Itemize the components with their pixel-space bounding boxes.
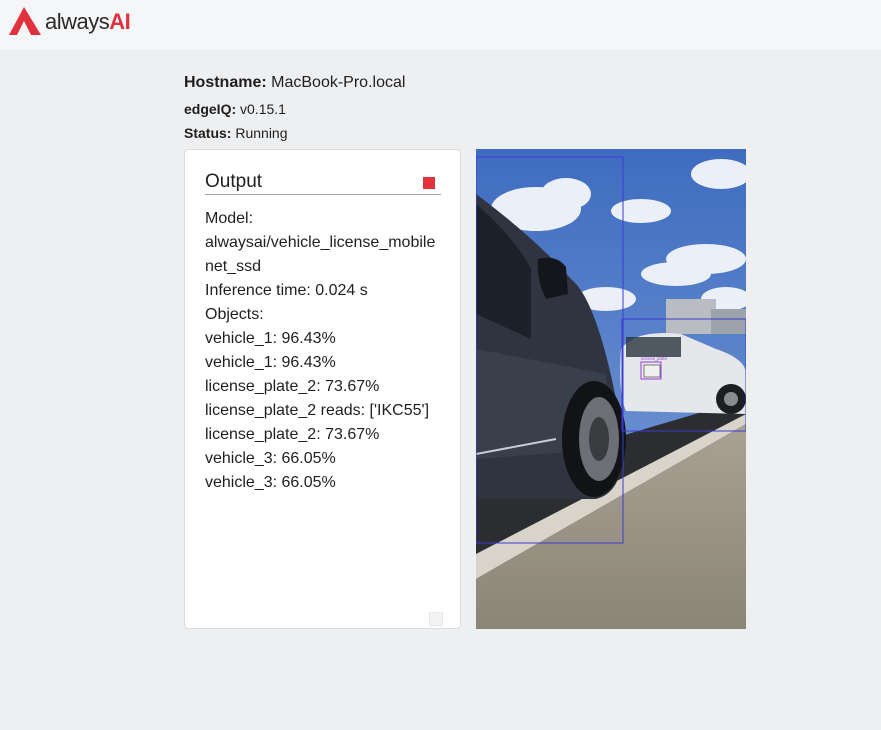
output-line: vehicle_1: 96.43%	[205, 354, 336, 371]
output-title: Output	[205, 171, 263, 192]
output-line: Inference time: 0.024 s	[205, 282, 368, 299]
output-line: Objects:	[205, 306, 264, 323]
status-value: Running	[235, 125, 288, 141]
status-label: Status:	[184, 125, 232, 141]
edgeiq-label: edgeIQ:	[184, 101, 237, 117]
output-log: Model: alwaysai/vehicle_license_mobilenet…	[205, 207, 441, 495]
edgeiq-row: edgeIQ: v0.15.1	[184, 101, 286, 117]
video-frame: license_plate	[476, 149, 746, 629]
output-line: alwaysai/vehicle_license_mobilenet_ssd	[205, 234, 436, 275]
output-line: license_plate_2: 73.67%	[205, 426, 380, 443]
video-stream: license_plate	[476, 149, 746, 629]
stop-button[interactable]	[423, 177, 435, 189]
edgeiq-value: v0.15.1	[240, 101, 286, 117]
hostname-value: MacBook-Pro.local	[271, 74, 406, 91]
output-line: Model:	[205, 210, 254, 227]
hostname-label: Hostname:	[184, 74, 267, 91]
output-line: license_plate_2 reads: ['IKC55']	[205, 402, 430, 419]
output-line: vehicle_3: 66.05%	[205, 450, 336, 467]
output-line: vehicle_3: 66.05%	[205, 474, 336, 491]
output-line: vehicle_1: 96.43%	[205, 330, 336, 347]
hostname-row: Hostname: MacBook-Pro.local	[184, 74, 405, 92]
top-bar: alwaysAI	[0, 0, 881, 50]
output-panel: Output Model: alwaysai/vehicle_license_mo…	[184, 149, 461, 629]
logo-suffix: AI	[109, 9, 131, 34]
resize-handle[interactable]	[429, 612, 443, 626]
alwaysai-logo[interactable]: alwaysAI	[7, 6, 131, 36]
logo-prefix: always	[45, 9, 110, 34]
logo-wordmark: alwaysAI	[45, 9, 131, 35]
alwaysai-logo-icon	[9, 7, 41, 35]
status-row: Status: Running	[184, 125, 288, 141]
output-panel-header: Output	[205, 171, 441, 195]
output-line: license_plate_2: 73.67%	[205, 378, 380, 395]
plate-box-label: license_plate	[641, 356, 668, 361]
